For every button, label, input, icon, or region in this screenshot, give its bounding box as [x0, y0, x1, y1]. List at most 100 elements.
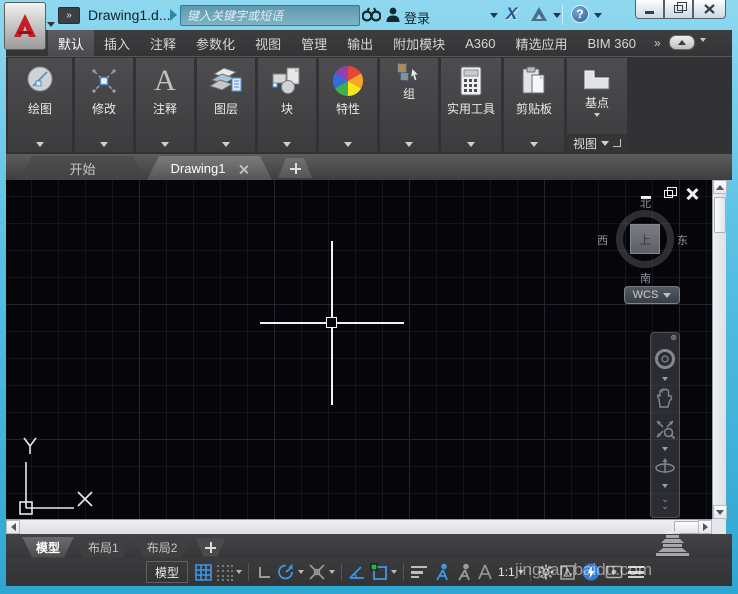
scroll-left-button[interactable] — [6, 520, 20, 534]
ribbon-tabs-overflow-icon[interactable]: » — [646, 30, 667, 56]
ribbon-tab-annotate[interactable]: 注释 — [140, 30, 186, 56]
scroll-up-button[interactable] — [713, 180, 727, 194]
panel-modify[interactable]: 修改 — [75, 58, 133, 152]
horizontal-scrollbar[interactable] — [6, 519, 712, 534]
viewcube-west-label[interactable]: 西 — [597, 232, 608, 248]
ribbon-tab-manage[interactable]: 管理 — [291, 30, 337, 56]
panel-expand-icon[interactable] — [405, 142, 413, 147]
file-tab-start[interactable]: 开始 — [20, 156, 145, 180]
a360-caret-icon[interactable] — [553, 13, 561, 18]
layout-tab-layout1[interactable]: 布局1 — [74, 537, 133, 558]
polar-caret-icon[interactable] — [298, 570, 305, 574]
scale-caret-icon[interactable] — [517, 570, 524, 574]
panel-groups[interactable]: 组 — [380, 58, 438, 152]
base-caret-icon[interactable] — [594, 113, 600, 117]
clipboard-icon[interactable] — [520, 63, 548, 99]
view-panel-footer[interactable]: 视图 — [567, 134, 627, 152]
panel-expand-icon[interactable] — [36, 142, 44, 147]
panel-view[interactable]: 基点 视图 — [567, 58, 627, 152]
ribbon-tab-parametric[interactable]: 参数化 — [186, 30, 245, 56]
panel-expand-icon[interactable] — [467, 142, 475, 147]
navigation-wheel-icon[interactable] — [654, 348, 676, 373]
ortho-mode-button[interactable] — [253, 560, 275, 584]
scroll-down-button[interactable] — [713, 505, 727, 519]
drawing-restore-icon[interactable] — [664, 187, 677, 198]
tab-close-icon[interactable] — [239, 164, 248, 173]
customization-button[interactable] — [625, 560, 647, 584]
panel-draw[interactable]: 绘图 — [8, 58, 72, 152]
block-icon[interactable] — [269, 63, 305, 99]
sign-in-button[interactable]: 登录 — [404, 8, 430, 27]
modify-icon[interactable] — [87, 63, 121, 99]
object-snap-button[interactable] — [368, 560, 399, 584]
orbit-icon[interactable] — [654, 457, 676, 480]
polar-tracking-button[interactable] — [275, 560, 306, 584]
graphics-performance-button[interactable] — [579, 560, 603, 584]
isodraft-button[interactable] — [346, 560, 368, 584]
panel-clipboard[interactable]: 剪贴板 — [504, 58, 564, 152]
navbar-more-icon[interactable]: ⌄ ⌄ — [661, 495, 669, 511]
isolate-objects-button[interactable] — [603, 560, 625, 584]
drawing-close-icon[interactable] — [686, 188, 698, 200]
base-view-icon[interactable] — [582, 63, 612, 93]
navbar-close-icon[interactable]: ⊗ — [670, 334, 677, 342]
ribbon-tab-bim360[interactable]: BIM 360 — [578, 30, 646, 56]
pan-hand-icon[interactable] — [655, 387, 675, 412]
wcs-dropdown[interactable]: WCS — [624, 286, 680, 304]
close-button[interactable] — [693, 0, 726, 19]
scroll-right-button[interactable] — [698, 520, 712, 534]
panel-expand-icon[interactable] — [283, 142, 291, 147]
vertical-scrollbar[interactable] — [712, 180, 727, 519]
text-a-icon[interactable]: A — [154, 64, 176, 98]
ribbon-minimize-button[interactable] — [668, 35, 695, 50]
viewcube-east-label[interactable]: 东 — [677, 232, 688, 248]
base-button-label[interactable]: 基点 — [585, 94, 609, 111]
file-tab-drawing1[interactable]: Drawing1 — [147, 156, 272, 180]
ribbon-tab-output[interactable]: 输出 — [337, 30, 383, 56]
layout-tab-layout2[interactable]: 布局2 — [133, 537, 192, 558]
sign-in-caret-icon[interactable] — [490, 13, 498, 18]
annotation-visibility-button[interactable] — [430, 560, 452, 584]
layout-tab-model[interactable]: 模型 — [22, 537, 74, 558]
search-binoculars-icon[interactable] — [362, 6, 381, 22]
zoom-extents-icon[interactable] — [654, 418, 676, 443]
annotation-scale-button[interactable] — [474, 560, 496, 584]
application-menu-button[interactable] — [4, 2, 46, 50]
calculator-icon[interactable] — [458, 63, 484, 99]
ribbon-tab-a360[interactable]: A360 — [455, 30, 505, 56]
ribbon-tab-view[interactable]: 视图 — [245, 30, 291, 56]
horizontal-scroll-thumb[interactable] — [674, 521, 700, 534]
color-wheel-icon[interactable] — [330, 63, 366, 99]
workspace-switch-button[interactable] — [535, 560, 557, 584]
snap-caret-icon[interactable] — [236, 570, 243, 574]
exchange-apps-icon[interactable]: X — [506, 4, 517, 24]
new-layout-button[interactable] — [195, 538, 225, 557]
wheel-caret-icon[interactable] — [662, 377, 668, 381]
grid-display-button[interactable] — [192, 560, 214, 584]
group-icon[interactable] — [396, 62, 422, 84]
drawing-canvas[interactable]: 上 北 南 西 东 WCS ⊗ ⌄ ⌄ — [6, 180, 712, 519]
panel-annotate[interactable]: A 注释 — [136, 58, 194, 152]
model-space-button[interactable]: 模型 — [146, 561, 189, 583]
panel-expand-icon[interactable] — [100, 142, 108, 147]
panel-expand-icon[interactable] — [601, 140, 609, 146]
ribbon-minimize-caret-icon[interactable] — [699, 38, 706, 42]
viewcube[interactable]: 上 北 南 西 东 — [597, 198, 688, 285]
annotation-autoscale-button[interactable] — [452, 560, 474, 584]
minimize-button[interactable] — [635, 0, 664, 19]
new-drawing-tab-button[interactable] — [278, 158, 312, 178]
viewcube-top-face[interactable]: 上 — [630, 224, 660, 254]
layers-icon[interactable] — [208, 63, 244, 99]
panel-expand-icon[interactable] — [530, 142, 538, 147]
orbit-caret-icon[interactable] — [662, 484, 668, 488]
vertical-scroll-thumb[interactable] — [714, 197, 726, 233]
user-icon[interactable] — [385, 6, 401, 23]
zoom-caret-icon[interactable] — [662, 447, 668, 451]
draw-line-icon[interactable] — [23, 63, 57, 99]
ribbon-tab-addins[interactable]: 附加模块 — [383, 30, 455, 56]
panel-block[interactable]: 块 — [258, 58, 316, 152]
help-button[interactable]: ? — [571, 5, 589, 23]
panel-expand-icon[interactable] — [222, 142, 230, 147]
object-snap-caret-icon[interactable] — [391, 570, 398, 574]
panel-expand-icon[interactable] — [344, 142, 352, 147]
